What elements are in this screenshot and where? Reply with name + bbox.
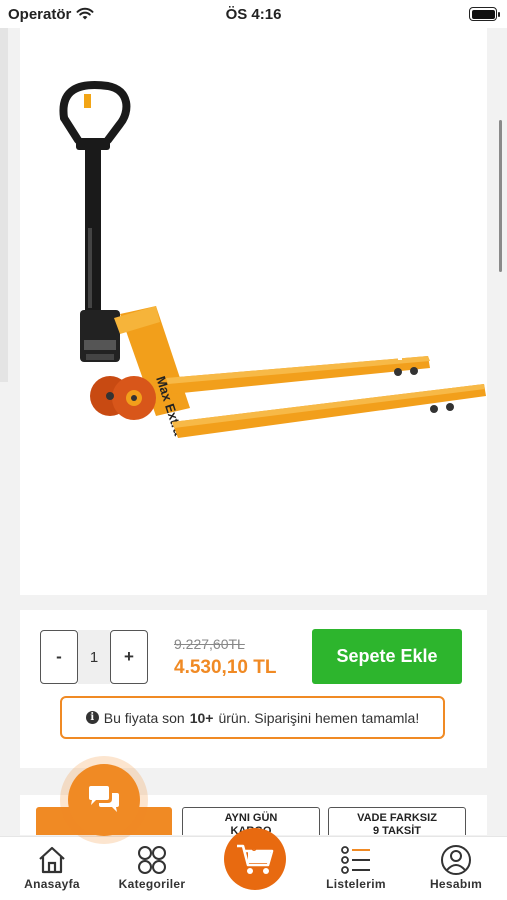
chat-button[interactable] bbox=[68, 764, 140, 836]
tab-home-label: Anasayfa bbox=[24, 877, 80, 891]
feature-line-2: 9 TAKSİT bbox=[372, 825, 422, 835]
feature-installments[interactable]: VADE FARKSIZ 9 TAKSİT bbox=[328, 807, 466, 835]
previous-card-edge bbox=[0, 28, 8, 382]
carrier-label: Operatör bbox=[8, 5, 72, 23]
pallet-jack-body: Max Extra bbox=[114, 306, 190, 438]
chat-icon bbox=[89, 786, 119, 812]
hydraulic-pump bbox=[80, 310, 120, 362]
pallet-jack-forks bbox=[166, 354, 486, 438]
tab-categories[interactable]: Kategoriler bbox=[112, 843, 192, 899]
tab-account[interactable]: Hesabım bbox=[416, 843, 496, 899]
feature-line-1: VADE FARKSIZ bbox=[357, 812, 437, 824]
quantity-value[interactable]: 1 bbox=[78, 630, 110, 684]
product-image-card[interactable]: Max Extra bbox=[20, 28, 487, 595]
increase-quantity-button[interactable]: + bbox=[110, 630, 148, 684]
list-icon bbox=[341, 846, 370, 874]
tab-lists[interactable]: Listelerim bbox=[316, 843, 396, 899]
status-left: Operatör bbox=[8, 6, 94, 23]
cart-count-badge: 0 bbox=[250, 842, 258, 854]
tab-account-label: Hesabım bbox=[429, 877, 483, 891]
tab-lists-label: Listelerim bbox=[326, 877, 386, 891]
status-bar: Operatör ÖS 4:16 bbox=[0, 0, 507, 28]
feature-line-1: AYNI GÜN bbox=[224, 812, 278, 824]
purchase-card: - 1 + 9.227,60TL 4.530,10 TL Sepete Ekle… bbox=[20, 610, 487, 768]
tab-cart[interactable]: 0 bbox=[224, 828, 286, 890]
grid-icon bbox=[138, 846, 166, 874]
pallet-jack-wheels bbox=[90, 376, 156, 420]
battery-icon bbox=[469, 7, 500, 21]
decrease-quantity-button[interactable]: - bbox=[40, 630, 78, 684]
scroll-indicator[interactable] bbox=[499, 120, 502, 272]
stock-count: 10+ bbox=[189, 709, 214, 726]
quantity-stepper: - 1 + bbox=[40, 630, 148, 684]
wifi-icon bbox=[76, 7, 94, 20]
tab-home[interactable]: Anasayfa bbox=[12, 843, 92, 899]
current-price: 4.530,10 TL bbox=[174, 657, 277, 678]
stock-notice: i Bu fiyata son 10+ ürün. Siparişini hem… bbox=[60, 696, 445, 739]
account-icon bbox=[441, 845, 471, 875]
old-price: 9.227,60TL bbox=[174, 636, 245, 652]
stock-notice-prefix: Bu fiyata son bbox=[103, 709, 185, 726]
info-icon: i bbox=[85, 711, 99, 724]
tab-categories-label: Kategoriler bbox=[118, 877, 186, 891]
pallet-jack-handle bbox=[59, 81, 131, 316]
home-icon bbox=[39, 846, 65, 874]
stock-notice-suffix: ürün. Siparişini hemen tamamla! bbox=[218, 709, 420, 726]
add-to-cart-button[interactable]: Sepete Ekle bbox=[312, 629, 462, 684]
product-image[interactable]: Max Extra bbox=[38, 78, 488, 448]
product-detail-screen: Operatör ÖS 4:16 Max Extra - 1 + 9.227,6… bbox=[0, 0, 507, 900]
